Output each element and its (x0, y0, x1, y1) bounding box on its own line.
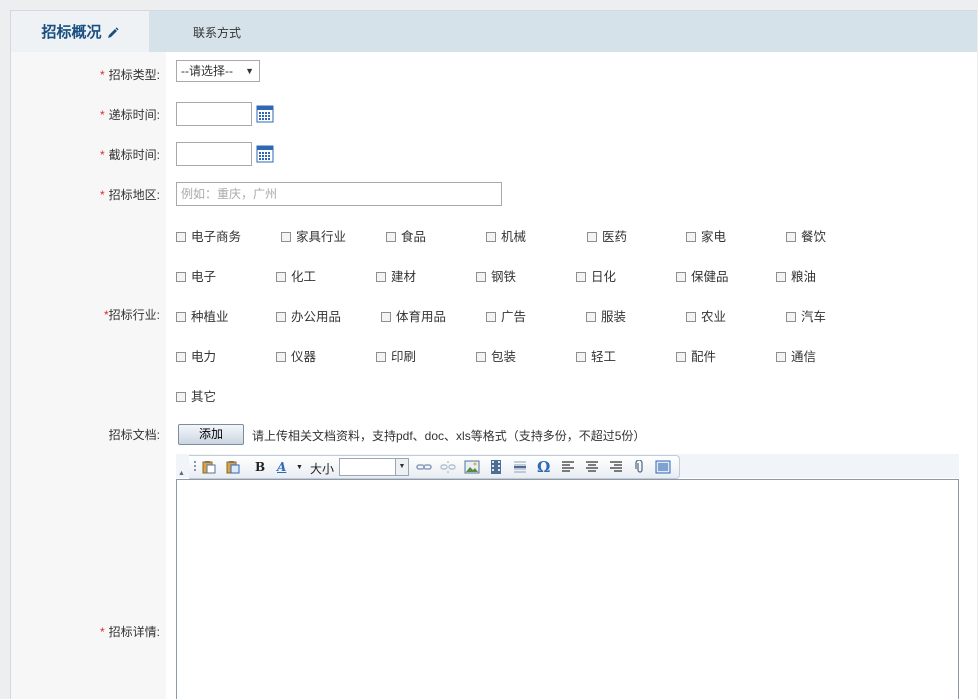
region-placeholder: 例如：重庆，广州 (181, 187, 278, 201)
bid-time-label: * 递标时间: (99, 108, 160, 122)
editor-content-area[interactable] (176, 479, 959, 699)
bid-form-panel: 招标概况 联系方式 * 招标类型: --请选择-- ▼ * 递标时间: * 截标时间: … (10, 10, 977, 699)
industry-checkbox[interactable]: 日化 (576, 266, 616, 285)
industry-checkbox[interactable]: 电力 (176, 346, 216, 365)
toolbar-group: B A ▼ 大小 ▼ Ω (189, 455, 680, 479)
details-label: * 招标详情: (99, 625, 160, 639)
industry-checkbox[interactable]: 食品 (386, 226, 426, 245)
pencil-icon (107, 27, 119, 38)
industry-checkbox[interactable]: 印刷 (376, 346, 416, 365)
required-mark: * (99, 188, 105, 202)
fullscreen-icon[interactable] (655, 460, 671, 474)
editor-toolbar: ▲ B A ▼ 大小 ▼ Ω (176, 454, 959, 479)
align-right-icon[interactable] (608, 460, 624, 474)
image-icon[interactable] (464, 460, 480, 474)
calendar-icon[interactable] (256, 105, 274, 123)
attachment-icon[interactable] (632, 460, 648, 474)
add-document-button[interactable]: 添加 (178, 424, 244, 445)
close-time-label: * 截标时间: (99, 148, 160, 162)
video-icon[interactable] (488, 460, 504, 474)
font-size-select[interactable]: ▼ (339, 458, 409, 476)
industry-checkbox[interactable]: 化工 (276, 266, 316, 285)
industry-label: *招标行业: (103, 308, 160, 322)
type-label: * 招标类型: (99, 68, 160, 82)
rich-text-editor: ▲ B A ▼ 大小 ▼ Ω (176, 454, 959, 699)
font-size-label: 大小 (310, 462, 335, 476)
industry-checkbox[interactable]: 通信 (776, 346, 816, 365)
tab-bar: 招标概况 联系方式 (11, 11, 977, 52)
industry-checkbox[interactable]: 仪器 (276, 346, 316, 365)
industry-checkbox[interactable]: 配件 (676, 346, 716, 365)
industry-checkbox[interactable]: 电子商务 (176, 226, 241, 245)
industry-checkbox[interactable]: 家具行业 (281, 226, 346, 245)
industry-checkbox[interactable]: 电子 (176, 266, 216, 285)
paste-word-icon[interactable] (225, 460, 241, 474)
industry-checkbox[interactable]: 体育用品 (381, 306, 446, 325)
chevron-down-icon[interactable]: ▼ (296, 464, 303, 471)
industry-checkbox[interactable]: 餐饮 (786, 226, 826, 245)
special-char-icon[interactable]: Ω (537, 458, 550, 476)
link-icon[interactable] (416, 460, 432, 474)
drag-handle-icon[interactable] (193, 460, 197, 474)
industry-checkbox[interactable]: 其它 (176, 386, 216, 405)
industry-checkbox[interactable]: 广告 (486, 306, 526, 325)
bid-type-select[interactable]: --请选择-- ▼ (176, 60, 260, 82)
industry-checkbox[interactable]: 粮油 (776, 266, 816, 285)
industry-checkbox[interactable]: 保健品 (676, 266, 729, 285)
collapse-toolbar-icon[interactable]: ▲ (178, 470, 185, 477)
close-time-input[interactable] (176, 142, 252, 166)
industry-checkbox[interactable]: 汽车 (786, 306, 826, 325)
industry-checkbox[interactable]: 建材 (376, 266, 416, 285)
calendar-icon[interactable] (256, 145, 274, 163)
align-center-icon[interactable] (584, 460, 600, 474)
align-left-icon[interactable] (560, 460, 576, 474)
industry-checkbox[interactable]: 医药 (587, 226, 627, 245)
required-mark: * (99, 625, 105, 639)
industry-checkbox[interactable]: 家电 (686, 226, 726, 245)
chevron-down-icon: ▼ (395, 459, 408, 475)
industry-checkbox[interactable]: 钢铁 (476, 266, 516, 285)
tab-label: 招标概况 (41, 24, 102, 41)
docs-label: 招标文档: (108, 428, 160, 442)
unlink-icon[interactable] (440, 460, 456, 474)
bold-button[interactable]: B (255, 460, 265, 474)
upload-hint: 请上传相关文档资料，支持pdf、doc、xls等格式（支持多份，不超过5份） (252, 429, 646, 443)
font-color-button[interactable]: A (277, 460, 286, 474)
industry-checkbox[interactable]: 种植业 (176, 306, 229, 325)
industry-checkbox[interactable]: 服装 (586, 306, 626, 325)
chevron-down-icon: ▼ (245, 66, 254, 76)
bid-time-input[interactable] (176, 102, 252, 126)
horizontal-rule-icon[interactable] (512, 460, 528, 474)
tab-contact[interactable]: 联系方式 (193, 11, 241, 52)
industry-checkbox[interactable]: 轻工 (576, 346, 616, 365)
region-input[interactable]: 例如：重庆，广州 (176, 182, 502, 206)
industry-checkbox[interactable]: 农业 (686, 306, 726, 325)
industry-checkbox[interactable]: 机械 (486, 226, 526, 245)
paste-icon[interactable] (201, 460, 217, 474)
region-label: * 招标地区: (99, 188, 160, 202)
required-mark: * (99, 148, 105, 162)
tab-bid-overview[interactable]: 招标概况 (11, 11, 149, 52)
industry-checkbox[interactable]: 包装 (476, 346, 516, 365)
required-mark: * (99, 68, 105, 82)
industry-checkbox[interactable]: 办公用品 (276, 306, 341, 325)
required-mark: * (99, 108, 105, 122)
